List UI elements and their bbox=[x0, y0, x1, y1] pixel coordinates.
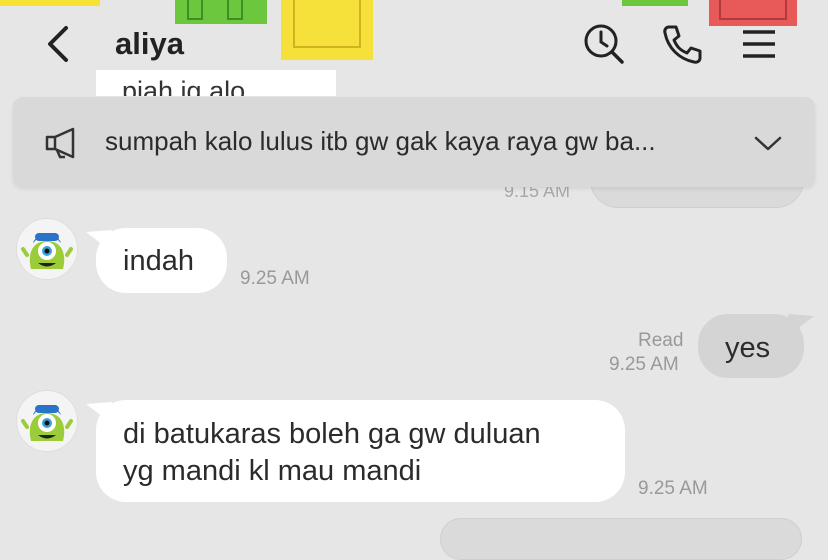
avatar[interactable] bbox=[16, 390, 78, 452]
message-bubble-outgoing[interactable]: yes bbox=[698, 314, 804, 378]
announcement-text: sumpah kalo lulus itb gw gak kaya raya g… bbox=[105, 126, 656, 156]
announcement-banner[interactable]: sumpah kalo lulus itb gw gak kaya raya g… bbox=[13, 97, 815, 187]
chat-title: aliya bbox=[115, 26, 184, 61]
message-time: 9.25 AM bbox=[240, 268, 310, 289]
message-text: indah bbox=[123, 245, 194, 277]
avatar[interactable] bbox=[16, 218, 78, 280]
search-clock-icon[interactable] bbox=[582, 22, 626, 66]
message-time: 9.25 AM bbox=[638, 478, 708, 499]
message-text: yes bbox=[725, 332, 771, 364]
previous-message-text: piah jg alo bbox=[122, 76, 246, 96]
chevron-down-icon[interactable] bbox=[753, 133, 783, 153]
menu-icon[interactable] bbox=[738, 22, 782, 66]
message-bubble-incoming[interactable]: di batukaras boleh ga gw duluan yg mandi… bbox=[96, 400, 625, 502]
message-text-line-2: yg mandi kl mau mandi bbox=[123, 455, 422, 487]
previous-message-fragment: piah jg alo bbox=[96, 70, 336, 96]
phone-icon[interactable] bbox=[660, 22, 704, 66]
message-bubble-incoming[interactable]: indah bbox=[96, 228, 227, 293]
next-message-bubble[interactable] bbox=[440, 518, 802, 560]
back-chevron-icon[interactable] bbox=[40, 22, 80, 66]
message-text-line-1: di batukaras boleh ga gw duluan bbox=[123, 418, 541, 450]
megaphone-icon bbox=[43, 127, 83, 159]
monster-avatar-icon bbox=[21, 233, 73, 269]
read-receipt: Read bbox=[638, 330, 684, 351]
message-time: 9.25 AM bbox=[609, 354, 679, 375]
monster-avatar-icon bbox=[21, 405, 73, 441]
